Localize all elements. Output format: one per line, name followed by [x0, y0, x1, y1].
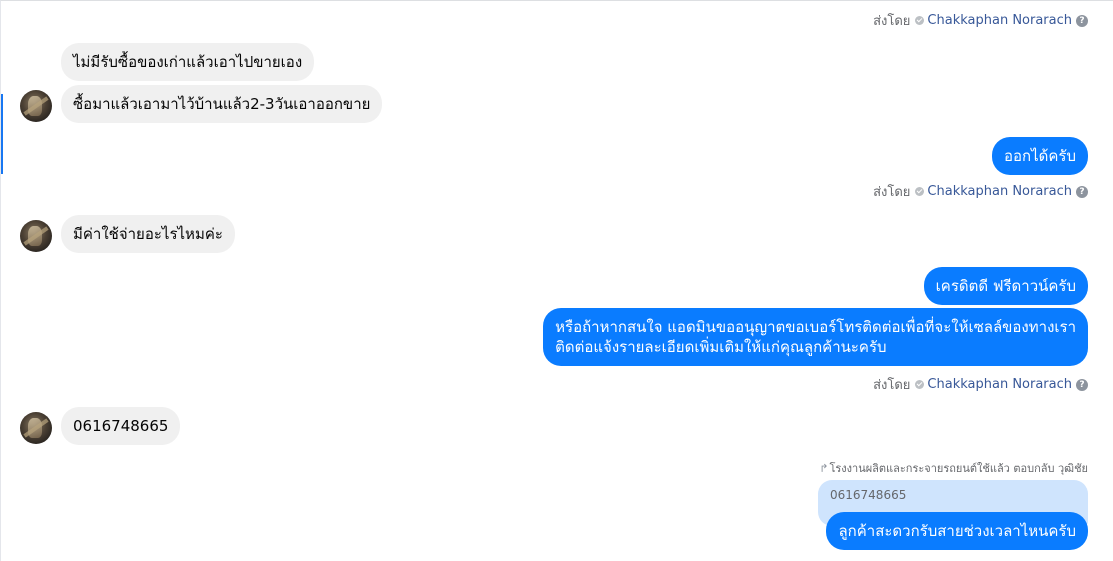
help-circle-icon[interactable]: ? — [1076, 14, 1088, 27]
verified-check-icon — [915, 187, 925, 196]
reply-arrow-icon: ↱ — [819, 462, 829, 475]
sender-name[interactable]: Chakkaphan Norarach — [927, 184, 1072, 199]
outgoing-message[interactable]: ออกได้ครับ — [992, 137, 1088, 175]
reply-note: ↱โรงงานผลิตและกระจายรถยนต์ใช้แล้ว ตอบกลั… — [819, 459, 1088, 477]
incoming-message[interactable]: ซื้อมาแล้วเอามาไว้บ้านแล้ว2-3วันเอาออกขา… — [61, 85, 383, 123]
reply-note-text: โรงงานผลิตและกระจายรถยนต์ใช้แล้ว ตอบกลับ… — [829, 462, 1088, 475]
focus-indicator — [1, 94, 3, 174]
incoming-message[interactable]: 0616748665 — [61, 407, 181, 445]
message-line: หรือถ้าหากสนใจ แอดมินขออนุญาตขอเบอร์โทรต… — [555, 318, 1076, 336]
incoming-message[interactable]: มีค่าใช้จ่ายอะไรไหมค่ะ — [61, 215, 235, 253]
help-circle-icon[interactable]: ? — [1076, 185, 1088, 198]
verified-check-icon — [915, 16, 925, 25]
sender-name[interactable]: Chakkaphan Norarach — [927, 13, 1072, 28]
chat-thread: ส่งโดย Chakkaphan Norarach ? ไม่มีรับซื้… — [0, 0, 1113, 561]
sent-by-prefix: ส่งโดย — [873, 14, 911, 29]
outgoing-message[interactable]: ลูกค้าสะดวกรับสายช่วงเวลาไหนครับ — [826, 512, 1088, 550]
help-circle-icon[interactable]: ? — [1076, 378, 1088, 391]
verified-check-icon — [915, 380, 925, 389]
outgoing-message-multiline[interactable]: หรือถ้าหากสนใจ แอดมินขออนุญาตขอเบอร์โทรต… — [543, 308, 1088, 366]
avatar[interactable] — [20, 412, 52, 444]
sent-by-prefix: ส่งโดย — [873, 378, 911, 393]
sent-by-label: ส่งโดย Chakkaphan Norarach ? — [873, 374, 1088, 395]
outgoing-message[interactable]: เครดิตดี ฟรีดาวน์ครับ — [923, 267, 1088, 305]
avatar[interactable] — [20, 90, 52, 122]
sent-by-label: ส่งโดย Chakkaphan Norarach ? — [873, 181, 1088, 202]
sent-by-label: ส่งโดย Chakkaphan Norarach ? — [873, 10, 1088, 31]
avatar[interactable] — [20, 220, 52, 252]
message-line: ติดต่อแจ้งรายละเอียดเพิ่มเติมให้แก่คุณลู… — [555, 338, 887, 356]
incoming-message[interactable]: ไม่มีรับซื้อของเก่าแล้วเอาไปขายเอง — [61, 43, 315, 81]
sender-name[interactable]: Chakkaphan Norarach — [927, 377, 1072, 392]
sent-by-prefix: ส่งโดย — [873, 185, 911, 200]
